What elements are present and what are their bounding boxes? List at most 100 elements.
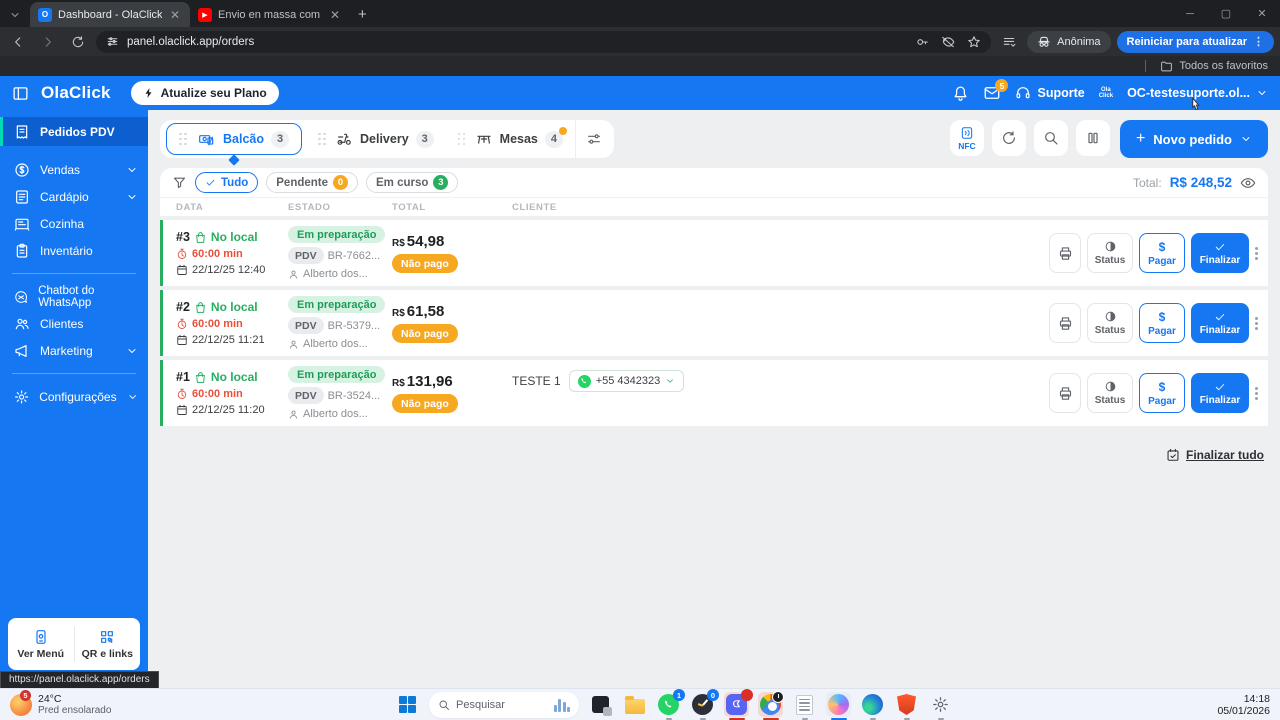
bookmark-star-icon[interactable] [967, 35, 981, 49]
finish-button[interactable]: Finalizar [1191, 233, 1249, 273]
pay-button[interactable]: $ Pagar [1139, 373, 1185, 413]
pay-button[interactable]: $ Pagar [1139, 233, 1185, 273]
qr-links-button[interactable]: QR e links [75, 618, 141, 670]
tab-close-icon[interactable]: ✕ [328, 8, 342, 22]
sidebar-item-vendas[interactable]: Vendas [0, 156, 148, 183]
settings-app-button[interactable] [928, 692, 953, 720]
support-button[interactable]: Suporte [1015, 85, 1085, 101]
chevron-down-icon [127, 391, 138, 403]
status-button[interactable]: Status [1087, 233, 1133, 273]
folder-icon [624, 695, 645, 714]
eye-icon[interactable] [1240, 175, 1256, 191]
print-button[interactable] [1049, 303, 1081, 343]
weather-widget[interactable]: 5 24°C Pred ensolarado [10, 689, 111, 716]
table-row-order-2[interactable]: #2 No local 60:00 min 22/12/25 11:21 Em … [160, 290, 1268, 356]
incognito-badge[interactable]: Anônima [1027, 30, 1111, 53]
chrome-app-button[interactable] [758, 691, 784, 720]
messages-button[interactable]: 5 [983, 79, 1009, 102]
table-row-order-3[interactable]: #3 No local 60:00 min 22/12/25 12:40 Em … [160, 220, 1268, 286]
new-order-button[interactable]: + Novo pedido [1119, 120, 1268, 158]
filter-chip-em-curso[interactable]: Em curso 3 [366, 172, 459, 193]
taskbar-search[interactable]: Pesquisar [429, 691, 579, 718]
weather-icon: 5 [10, 689, 32, 716]
funnel-icon[interactable] [172, 175, 187, 190]
start-button[interactable] [395, 692, 420, 717]
client-whatsapp-dropdown[interactable]: +55 4342323 [568, 370, 685, 392]
status-button[interactable]: Status [1087, 373, 1133, 413]
sidebar-item-cozinha[interactable]: Cozinha [0, 210, 148, 237]
notifications-button[interactable] [952, 85, 969, 102]
tab-mesas[interactable]: Mesas 4 [446, 120, 575, 158]
reload-button[interactable] [66, 30, 90, 54]
password-manager-icon[interactable] [915, 35, 929, 49]
finish-all-link[interactable]: Finalizar tudo [160, 448, 1268, 462]
notes-app-button[interactable] [792, 692, 817, 720]
browser-tab-youtube[interactable]: ▶ Envio en massa com IA - YouTu ✕ [190, 2, 350, 27]
table-row-order-1[interactable]: #1 No local 60:00 min 22/12/25 11:20 Em … [160, 360, 1268, 426]
tab-balcao[interactable]: Balcão 3 [166, 123, 302, 166]
discord-app-button[interactable]: ᗧ [724, 689, 753, 720]
half-circle-icon [1104, 310, 1117, 323]
sidebar-item-pedidos-pdv[interactable]: Pedidos PDV [0, 117, 148, 146]
close-button[interactable]: ✕ [1244, 0, 1280, 27]
drag-handle-icon[interactable] [457, 132, 466, 146]
minimize-button[interactable]: ─ [1172, 0, 1208, 27]
taskbar-clock[interactable]: 14:18 05/01/2026 [1217, 693, 1270, 717]
forward-button[interactable] [36, 30, 60, 54]
sidebar-item-chatbot-whatsapp[interactable]: Chatbot do WhatsApp [0, 283, 148, 310]
incognito-label: Anônima [1057, 35, 1101, 48]
copilot-app-button[interactable] [826, 692, 851, 720]
print-button[interactable] [1049, 233, 1081, 273]
sidebar-item-inventario[interactable]: Inventário [0, 237, 148, 264]
columns-view-button[interactable] [1075, 120, 1110, 156]
whatsapp-app-button[interactable]: 1 [656, 689, 685, 720]
back-button[interactable] [6, 30, 30, 54]
nfc-button[interactable]: NFC [949, 120, 984, 156]
sidebar-toggle-icon[interactable] [12, 85, 29, 102]
maximize-button[interactable]: ▢ [1208, 0, 1244, 27]
brave-app-button[interactable] [894, 692, 919, 720]
button-label: Status [1094, 255, 1126, 266]
sidebar-item-cardapio[interactable]: Cardápio [0, 183, 148, 210]
search-button[interactable] [1033, 120, 1068, 156]
view-menu-button[interactable]: Ver Menú [8, 618, 74, 670]
kebab-menu-icon[interactable]: ⋮ [1253, 35, 1264, 48]
row-menu-button[interactable] [1255, 386, 1258, 400]
pay-button[interactable]: $ Pagar [1139, 303, 1185, 343]
nfc-icon [960, 126, 974, 140]
preview-hidden-icon[interactable] [941, 35, 955, 49]
browser-tab-dashboard[interactable]: O Dashboard - OlaClick ✕ [30, 2, 190, 27]
drag-handle-icon[interactable] [318, 132, 326, 146]
print-button[interactable] [1049, 373, 1081, 413]
upgrade-plan-button[interactable]: Atualize seu Plano [130, 81, 279, 105]
drag-handle-icon[interactable] [179, 132, 187, 146]
order-amount: 131,96 [406, 373, 453, 390]
refresh-button[interactable] [991, 120, 1026, 156]
edge-app-button[interactable] [860, 692, 885, 720]
restart-to-update-button[interactable]: Reiniciar para atualizar ⋮ [1116, 30, 1274, 53]
timer-icon [176, 388, 188, 400]
tab-search-button[interactable] [2, 3, 28, 27]
table-icon [475, 131, 493, 147]
sidebar-item-configuracoes[interactable]: Configurações [0, 383, 148, 410]
status-button[interactable]: Status [1087, 303, 1133, 343]
tab-settings-button[interactable] [574, 120, 612, 158]
address-bar[interactable]: panel.olaclick.app/orders [96, 30, 992, 53]
file-explorer-button[interactable] [622, 692, 647, 717]
filter-chip-pendente[interactable]: Pendente 0 [266, 172, 359, 193]
all-bookmarks-button[interactable]: Todos os favoritos [1179, 60, 1268, 72]
filter-chip-tudo[interactable]: Tudo [195, 172, 259, 193]
reading-list-icon[interactable] [997, 30, 1021, 54]
tab-delivery[interactable]: Delivery 3 [306, 120, 446, 158]
column-header-cliente: CLIENTE [512, 201, 557, 213]
finish-button[interactable]: Finalizar [1191, 373, 1249, 413]
tab-close-icon[interactable]: ✕ [168, 8, 182, 22]
new-tab-button[interactable]: + [358, 6, 367, 23]
row-menu-button[interactable] [1255, 316, 1258, 330]
sidebar-item-marketing[interactable]: Marketing [0, 337, 148, 364]
finish-button[interactable]: Finalizar [1191, 303, 1249, 343]
clock-app-button[interactable]: 0 [690, 689, 719, 720]
task-view-button[interactable] [588, 692, 613, 717]
sidebar-item-clientes[interactable]: Clientes [0, 310, 148, 337]
row-menu-button[interactable] [1255, 246, 1258, 260]
